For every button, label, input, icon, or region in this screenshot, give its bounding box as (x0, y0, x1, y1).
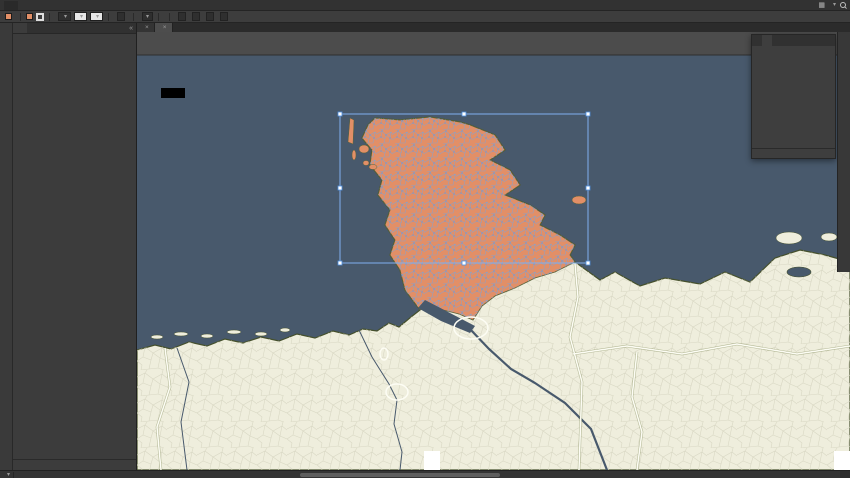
attribution-cartography[interactable] (834, 451, 850, 470)
fill-swatch[interactable] (26, 13, 33, 20)
layers-panel-empty (13, 34, 136, 459)
stroke-swatch[interactable] (36, 13, 44, 21)
search-icon[interactable] (840, 2, 846, 8)
x-field[interactable] (178, 12, 186, 21)
selection-color-chip (5, 13, 12, 20)
toolbar (0, 23, 13, 470)
scrollbar-corner (840, 471, 850, 478)
style-dropdown[interactable]: ▾ (142, 12, 153, 21)
opacity-field[interactable] (117, 12, 125, 21)
layers-panel-tab[interactable] (13, 23, 27, 33)
chevron-down-icon: ▾ (833, 0, 836, 11)
y-field[interactable] (192, 12, 200, 21)
tab-farbfelder[interactable] (762, 35, 772, 46)
layers-panel-header: « (13, 23, 136, 34)
collapse-panel-icon[interactable]: « (126, 23, 136, 34)
chevron-down-icon: ▾ (7, 471, 10, 478)
status-bar: ▾ (0, 470, 850, 478)
attribution-osm[interactable] (424, 451, 440, 470)
close-tab-icon[interactable]: × (145, 23, 149, 32)
map-attribution[interactable] (424, 451, 850, 470)
layers-panel-footer (13, 459, 136, 470)
height-field[interactable] (220, 12, 228, 21)
horizontal-scrollbar[interactable] (300, 473, 500, 477)
layers-panel: « (13, 23, 137, 470)
swatch-list-empty (752, 52, 835, 148)
lagoon (787, 267, 811, 277)
document-tab-1[interactable]: × (137, 23, 155, 32)
control-bar: ▾ ▾ ▾ ▾ (0, 11, 850, 23)
document-tab-2[interactable]: × (155, 23, 173, 32)
stroke-weight-field[interactable]: ▾ (58, 12, 71, 21)
app-logo (4, 1, 18, 10)
illustrator-window: ▦ ▾ ▾ ▾ ▾ ▾ (0, 0, 850, 478)
width-field[interactable] (206, 12, 214, 21)
document-tab-bar: × × (137, 23, 850, 32)
close-tab-icon[interactable]: × (163, 23, 167, 32)
workspace-icon: ▦ (818, 0, 825, 11)
brush-definition-dropdown[interactable]: ▾ (90, 12, 103, 21)
canvas[interactable] (137, 32, 850, 470)
pasteboard (137, 32, 850, 55)
panel-dock (837, 32, 850, 272)
tab-farbe[interactable] (752, 35, 762, 46)
map-artwork (137, 32, 850, 470)
map-title[interactable] (161, 88, 185, 98)
swatches-panel-header (752, 35, 835, 46)
swatches-panel-footer (752, 148, 835, 158)
swatches-panel (751, 34, 836, 159)
menu-bar: ▦ ▾ (0, 0, 850, 11)
width-profile-dropdown[interactable]: ▾ (74, 12, 87, 21)
